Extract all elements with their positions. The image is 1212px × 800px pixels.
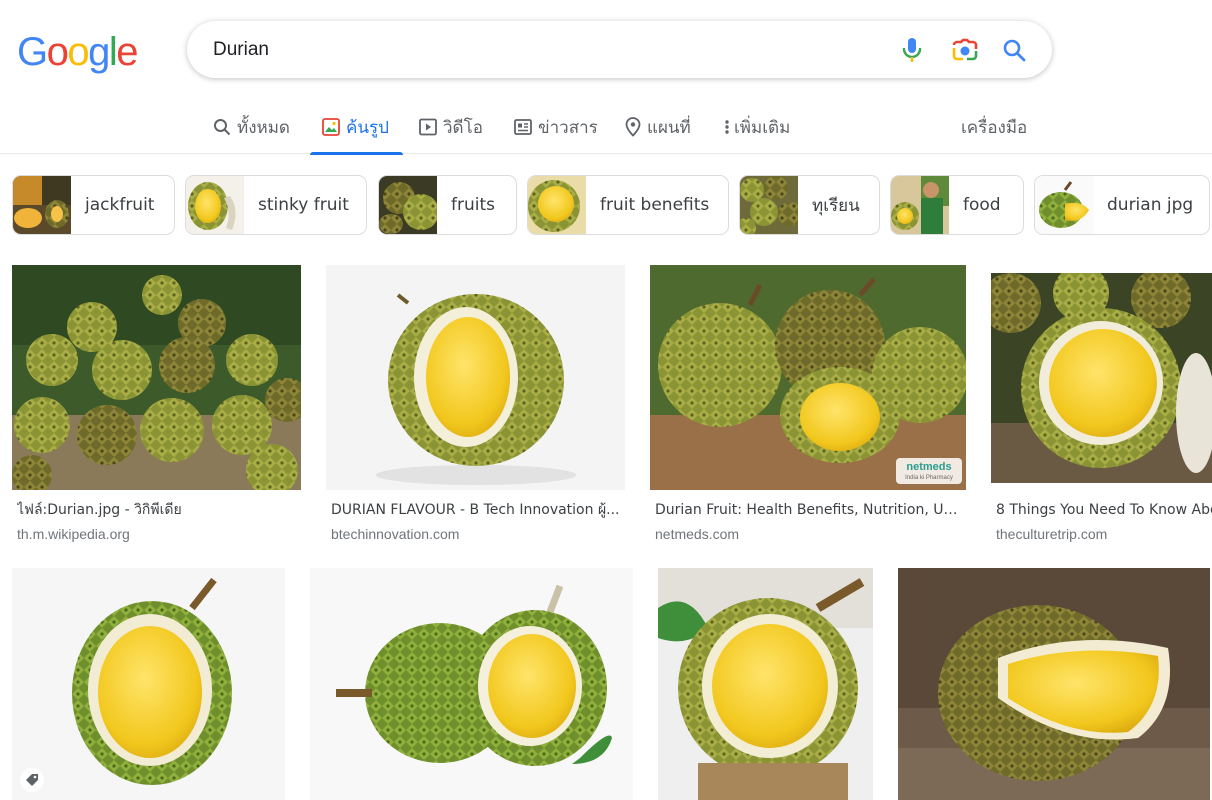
chip-label: jackfruit [85,195,155,215]
related-chip-durian-jpg[interactable]: durian jpg [1034,175,1210,235]
chip-thumbnail [528,176,586,234]
result-title: DURIAN FLAVOUR - B Tech Innovation ผู้..… [331,502,620,518]
image-result[interactable]: 8 Things You Need To Know About thecultu… [991,265,1212,545]
tools-label: เครื่องมือ [961,117,1028,138]
chip-label: food [963,195,1001,215]
result-source: netmeds.com [655,526,740,542]
related-chip-fruits[interactable]: fruits [378,175,517,235]
image-result[interactable] [658,568,873,800]
news-icon [514,118,532,136]
logo-letter: e [116,30,138,74]
related-chip-durian-thai[interactable]: ทุเรียน [739,175,880,235]
tab-news[interactable]: ข่าวสาร [514,100,598,154]
tab-label: แผนที่ [647,117,691,138]
result-title: 8 Things You Need To Know About [996,502,1212,518]
search-tabs: ทั้งหมด ค้นรูป วิดีโอ ข่าวสาร แผนที่ เพิ… [0,100,1212,155]
video-icon [419,118,437,136]
image-result[interactable] [898,568,1210,800]
chip-label: fruit benefits [600,195,710,215]
result-source: btechinnovation.com [331,526,460,542]
logo-letter: l [108,30,118,74]
watermark-text: netmeds [906,461,952,473]
result-thumbnail [326,265,625,490]
logo-letter: g [88,30,110,74]
result-title: Durian Fruit: Health Benefits, Nutrition… [655,502,963,518]
chip-thumbnail [379,176,437,234]
google-logo[interactable]: Google [17,30,138,74]
image-result[interactable] [12,568,285,800]
tools-button[interactable]: เครื่องมือ [961,100,1027,154]
tab-images[interactable]: ค้นรูป [310,100,403,155]
chip-thumbnail [891,176,949,234]
tab-label: เพิ่มเติม [734,117,791,138]
image-result[interactable]: ไฟล์:Durian.jpg - วิกิพีเดีย th.m.wikipe… [12,265,301,545]
logo-letter: G [17,30,48,74]
tab-maps[interactable]: แผนที่ [625,100,691,154]
chip-label: durian jpg [1107,195,1194,215]
map-pin-icon [625,117,641,137]
tab-all[interactable]: ทั้งหมด [213,100,290,154]
watermark-subtext: India ki Pharmacy [905,475,953,481]
logo-letter: o [67,30,89,74]
image-result[interactable]: netmeds India ki Pharmacy Durian Fruit: … [650,265,966,545]
tab-videos[interactable]: วิดีโอ [419,100,483,154]
result-source: th.m.wikipedia.org [17,526,130,542]
tab-more[interactable]: เพิ่มเติม [724,100,790,154]
result-title: ไฟล์:Durian.jpg - วิกิพีเดีย [17,502,182,518]
result-thumbnail [898,568,1210,800]
logo-letter: o [46,30,69,74]
result-thumbnail: netmeds India ki Pharmacy [650,265,966,490]
related-chip-stinky-fruit[interactable]: stinky fruit [185,175,367,235]
tag-icon[interactable] [20,768,44,792]
chip-label: stinky fruit [258,195,349,215]
image-result[interactable]: DURIAN FLAVOUR - B Tech Innovation ผู้..… [326,265,625,545]
image-icon [322,118,340,136]
tab-label: ข่าวสาร [538,117,598,138]
result-thumbnail [310,568,633,800]
chip-thumbnail [186,176,244,234]
result-source: theculturetrip.com [996,526,1108,542]
camera-lens-icon[interactable] [950,35,980,65]
chip-thumbnail [1035,176,1093,234]
tab-label: ค้นรูป [346,117,389,138]
search-box[interactable] [187,21,1052,78]
more-vert-icon [724,118,730,136]
related-chip-food[interactable]: food [890,175,1024,235]
search-icon [213,118,231,136]
related-chip-jackfruit[interactable]: jackfruit [12,175,175,235]
search-input[interactable] [213,21,863,78]
chip-thumbnail [740,176,798,234]
result-thumbnail [12,265,301,490]
microphone-icon[interactable] [897,35,927,65]
chip-label: fruits [451,195,495,215]
result-thumbnail [12,568,285,800]
image-result[interactable] [310,568,633,800]
search-icon[interactable] [999,35,1029,65]
tab-label: ทั้งหมด [237,117,290,138]
chip-thumbnail [13,176,71,234]
tab-label: วิดีโอ [443,117,483,138]
netmeds-watermark: netmeds India ki Pharmacy [896,458,962,484]
result-thumbnail [658,568,873,800]
related-chip-fruit-benefits[interactable]: fruit benefits [527,175,729,235]
chip-label: ทุเรียน [812,195,860,216]
result-thumbnail [991,273,1212,483]
